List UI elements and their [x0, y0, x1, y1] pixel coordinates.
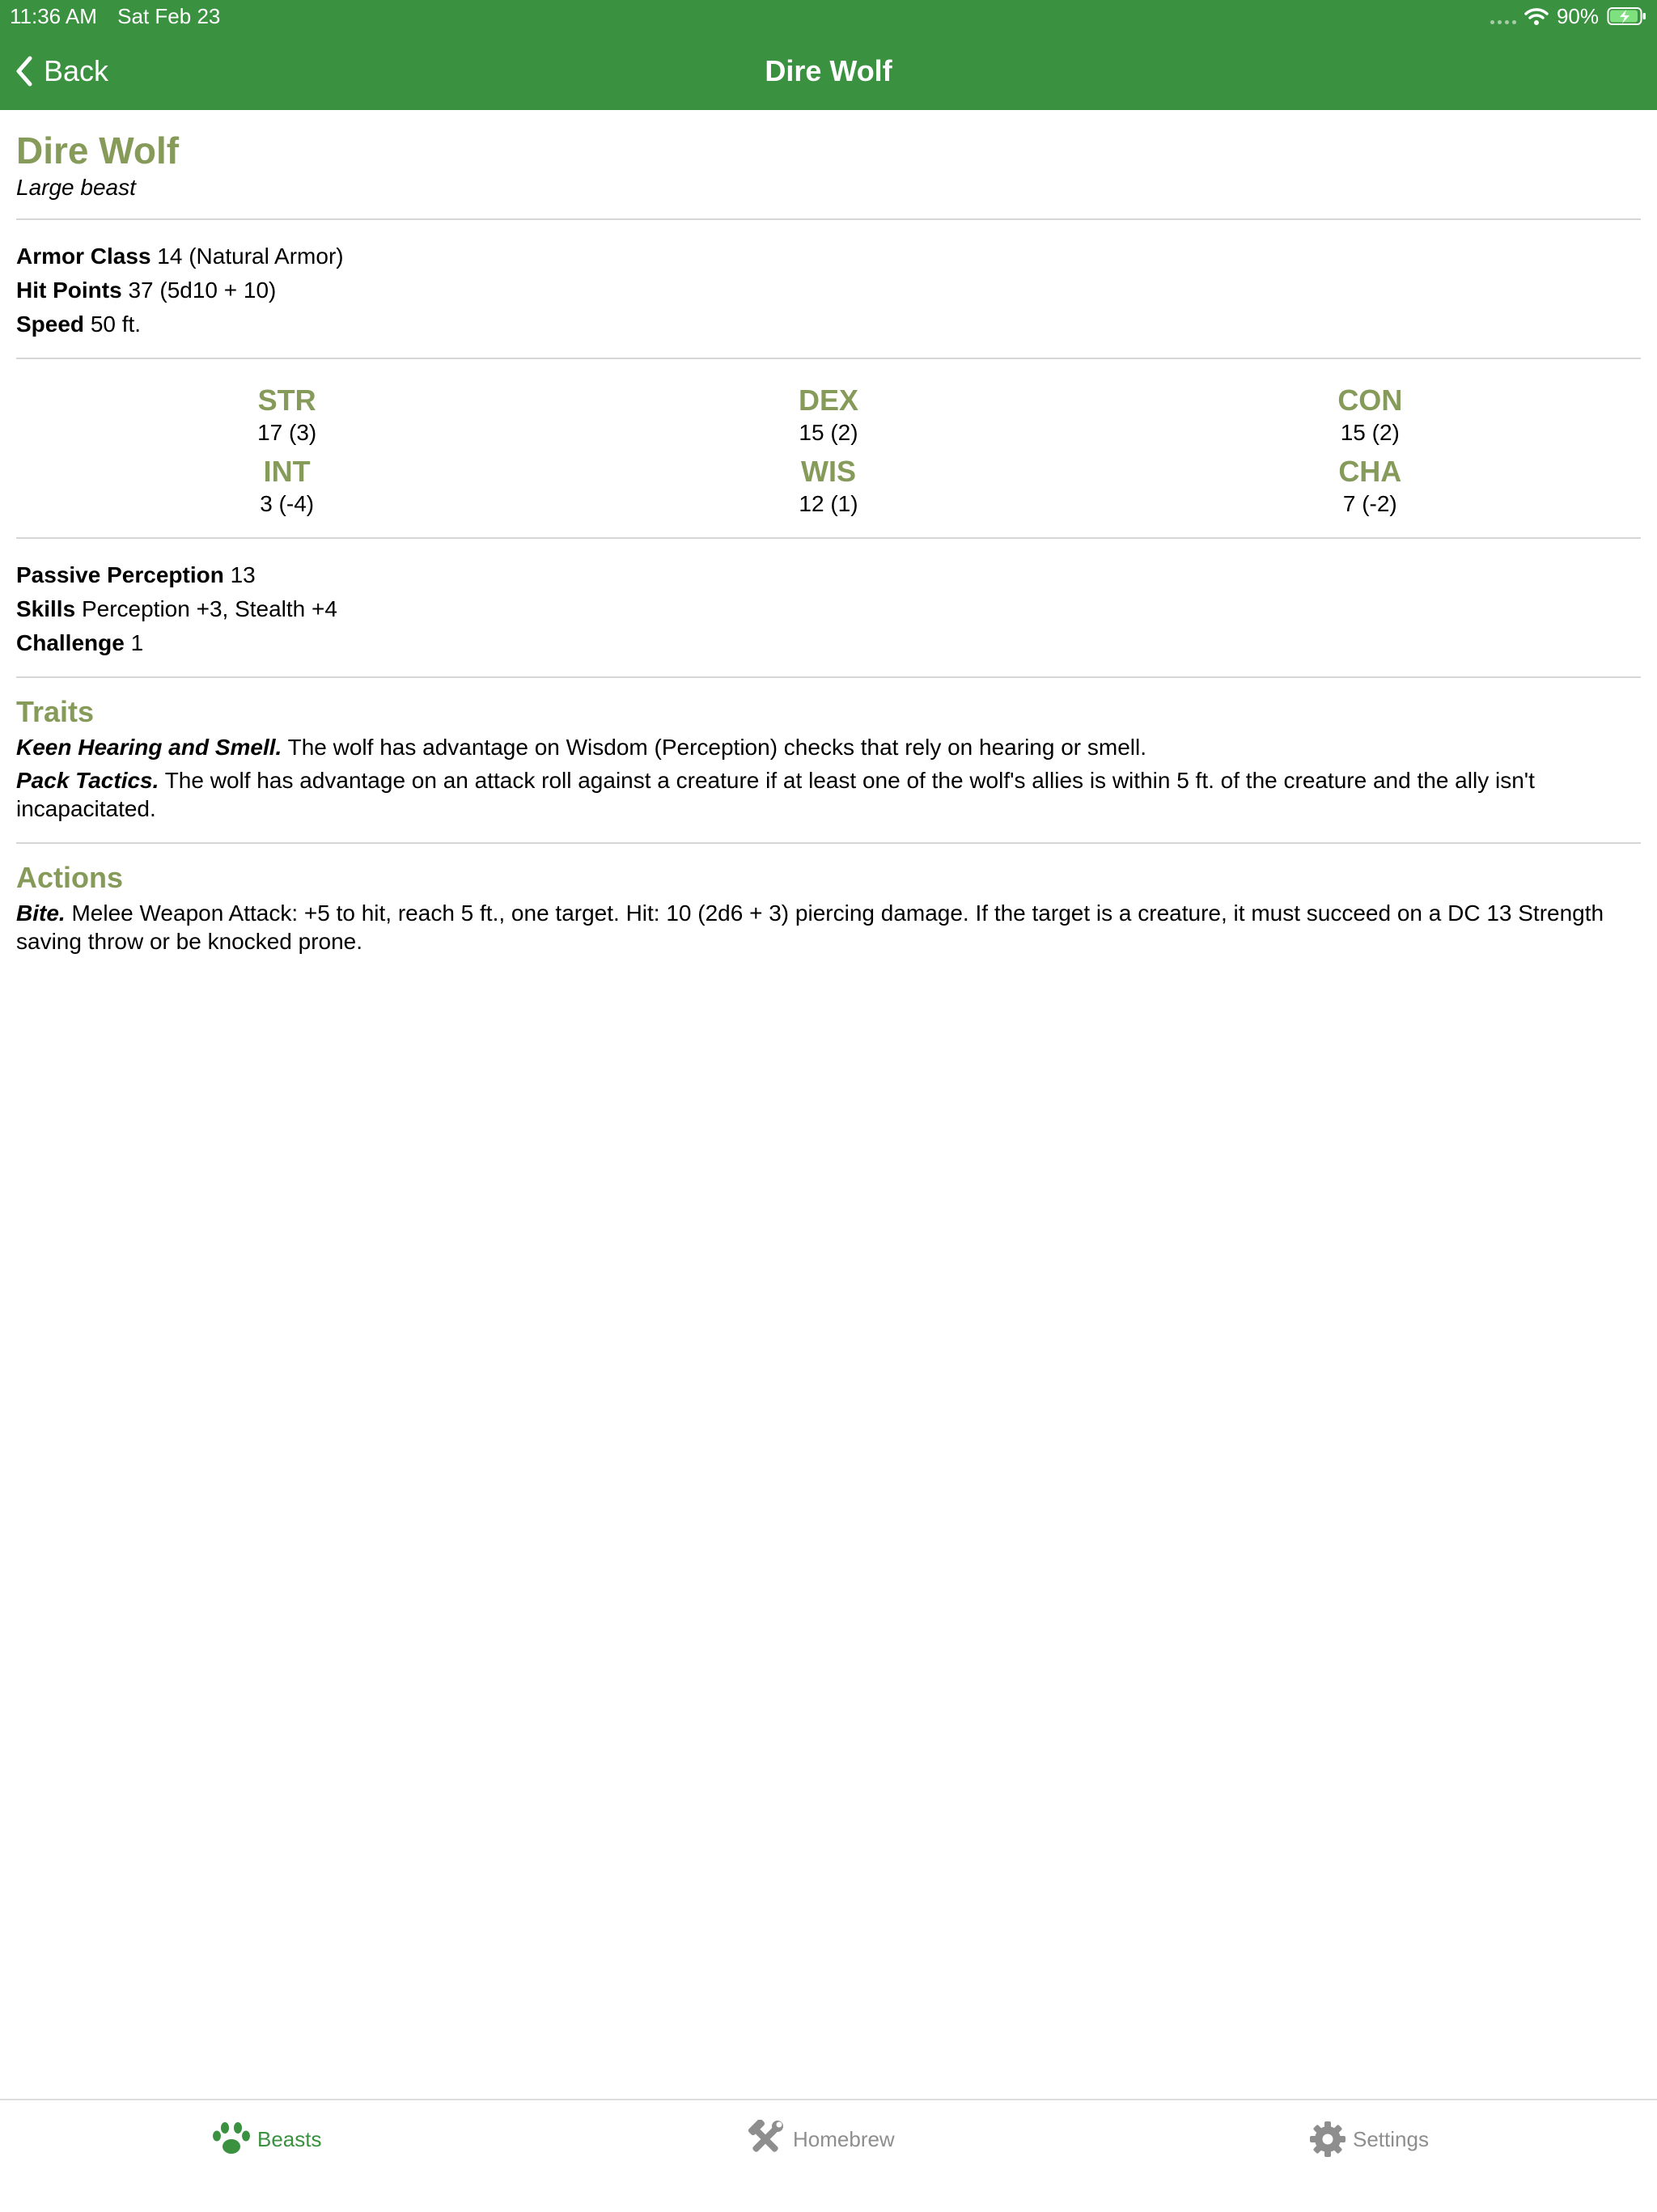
nav-bar: Back Dire Wolf	[0, 32, 1657, 110]
ability-label: WIS	[800, 455, 856, 488]
passive-perception-row: Passive Perception 13	[16, 558, 1641, 592]
ability-scores: STR 17 (3) DEX 15 (2) CON 15 (2) INT 3 (…	[16, 359, 1641, 537]
monster-type: Large beast	[16, 175, 136, 200]
status-time-text: 11:36 AM	[10, 4, 97, 28]
skills-label: Skills	[16, 596, 76, 621]
ability-wis: WIS 12 (1)	[557, 453, 1099, 518]
paw-icon	[213, 2122, 250, 2154]
ability-label: CHA	[1338, 455, 1402, 488]
page-title: Dire Wolf	[765, 54, 892, 87]
navigation-header: 11:36 AM Sat Feb 23 90% Back Dire Wolf	[0, 0, 1657, 110]
actions-section: Actions Bite. Melee Weapon Attack: +5 to…	[16, 858, 1641, 956]
status-indicators: 90%	[1490, 3, 1647, 29]
action-item: Bite. Melee Weapon Attack: +5 to hit, re…	[16, 899, 1641, 956]
tab-bar: Beasts Homebrew Settings	[0, 2099, 1657, 2212]
ability-value: 15 (2)	[1340, 420, 1400, 445]
status-date-text: Sat Feb 23	[117, 4, 221, 28]
tools-icon	[748, 2120, 783, 2152]
challenge-label: Challenge	[16, 630, 125, 655]
trait-item: Keen Hearing and Smell. The wolf has adv…	[16, 733, 1641, 761]
skills-value: Perception +3, Stealth +4	[81, 596, 337, 621]
action-name: Bite.	[16, 900, 66, 926]
hit-points-label: Hit Points	[16, 278, 122, 303]
cellular-signal-icon	[1490, 8, 1516, 24]
hit-points-row: Hit Points 37 (5d10 + 10)	[16, 273, 1641, 307]
monster-name: Dire Wolf	[16, 129, 180, 172]
passive-perception-label: Passive Perception	[16, 562, 224, 587]
trait-text: The wolf has advantage on an attack roll…	[16, 768, 1535, 821]
challenge-row: Challenge 1	[16, 626, 1641, 660]
armor-class-value: 14 (Natural Armor)	[157, 244, 344, 269]
passive-perception-value: 13	[230, 562, 256, 587]
armor-class-row: Armor Class 14 (Natural Armor)	[16, 239, 1641, 273]
traits-section: Traits Keen Hearing and Smell. The wolf …	[16, 693, 1641, 842]
armor-class-label: Armor Class	[16, 244, 151, 269]
speed-row: Speed 50 ft.	[16, 307, 1641, 341]
tab-label: Homebrew	[793, 2126, 895, 2151]
trait-name: Pack Tactics.	[16, 768, 159, 793]
actions-title: Actions	[16, 861, 124, 894]
ability-label: DEX	[798, 383, 858, 417]
tab-homebrew[interactable]: Homebrew	[744, 2118, 895, 2160]
challenge-value: 1	[130, 630, 144, 655]
ability-dex: DEX 15 (2)	[557, 382, 1099, 447]
ability-label: STR	[257, 383, 316, 417]
action-text: Melee Weapon Attack: +5 to hit, reach 5 …	[16, 900, 1604, 954]
ability-value: 3 (-4)	[260, 491, 315, 516]
battery-percent: 90%	[1556, 3, 1599, 28]
status-time: 11:36 AM Sat Feb 23	[10, 3, 220, 29]
ability-str: STR 17 (3)	[16, 382, 557, 447]
ability-int: INT 3 (-4)	[16, 453, 557, 518]
divider	[16, 676, 1641, 678]
wifi-icon	[1524, 8, 1549, 25]
traits-title: Traits	[16, 695, 95, 728]
ability-con: CON 15 (2)	[1100, 382, 1641, 447]
tab-settings[interactable]: Settings	[1309, 2118, 1429, 2160]
divider	[16, 842, 1641, 844]
tab-label: Beasts	[257, 2126, 322, 2151]
ability-cha: CHA 7 (-2)	[1100, 453, 1641, 518]
ability-label: INT	[263, 455, 311, 488]
tab-label: Settings	[1353, 2126, 1429, 2151]
details-block: Passive Perception 13 Skills Perception …	[16, 539, 1641, 676]
trait-name: Keen Hearing and Smell.	[16, 735, 282, 760]
trait-item: Pack Tactics. The wolf has advantage on …	[16, 766, 1641, 823]
trait-text: The wolf has advantage on Wisdom (Percep…	[287, 735, 1147, 760]
ability-value: 7 (-2)	[1342, 491, 1397, 516]
speed-value: 50 ft.	[90, 311, 142, 337]
tab-beasts[interactable]: Beasts	[212, 2118, 322, 2160]
ability-value: 15 (2)	[799, 420, 858, 445]
skills-row: Skills Perception +3, Stealth +4	[16, 592, 1641, 626]
ability-value: 12 (1)	[799, 491, 858, 516]
battery-charging-icon	[1607, 7, 1646, 25]
stat-block: Dire Wolf Large beast Armor Class 14 (Na…	[16, 110, 1641, 960]
hit-points-value: 37 (5d10 + 10)	[128, 278, 277, 303]
ability-label: CON	[1337, 383, 1403, 417]
defense-block: Armor Class 14 (Natural Armor) Hit Point…	[16, 220, 1641, 358]
speed-label: Speed	[16, 311, 85, 337]
gear-icon	[1310, 2121, 1346, 2157]
ability-value: 17 (3)	[257, 420, 317, 445]
